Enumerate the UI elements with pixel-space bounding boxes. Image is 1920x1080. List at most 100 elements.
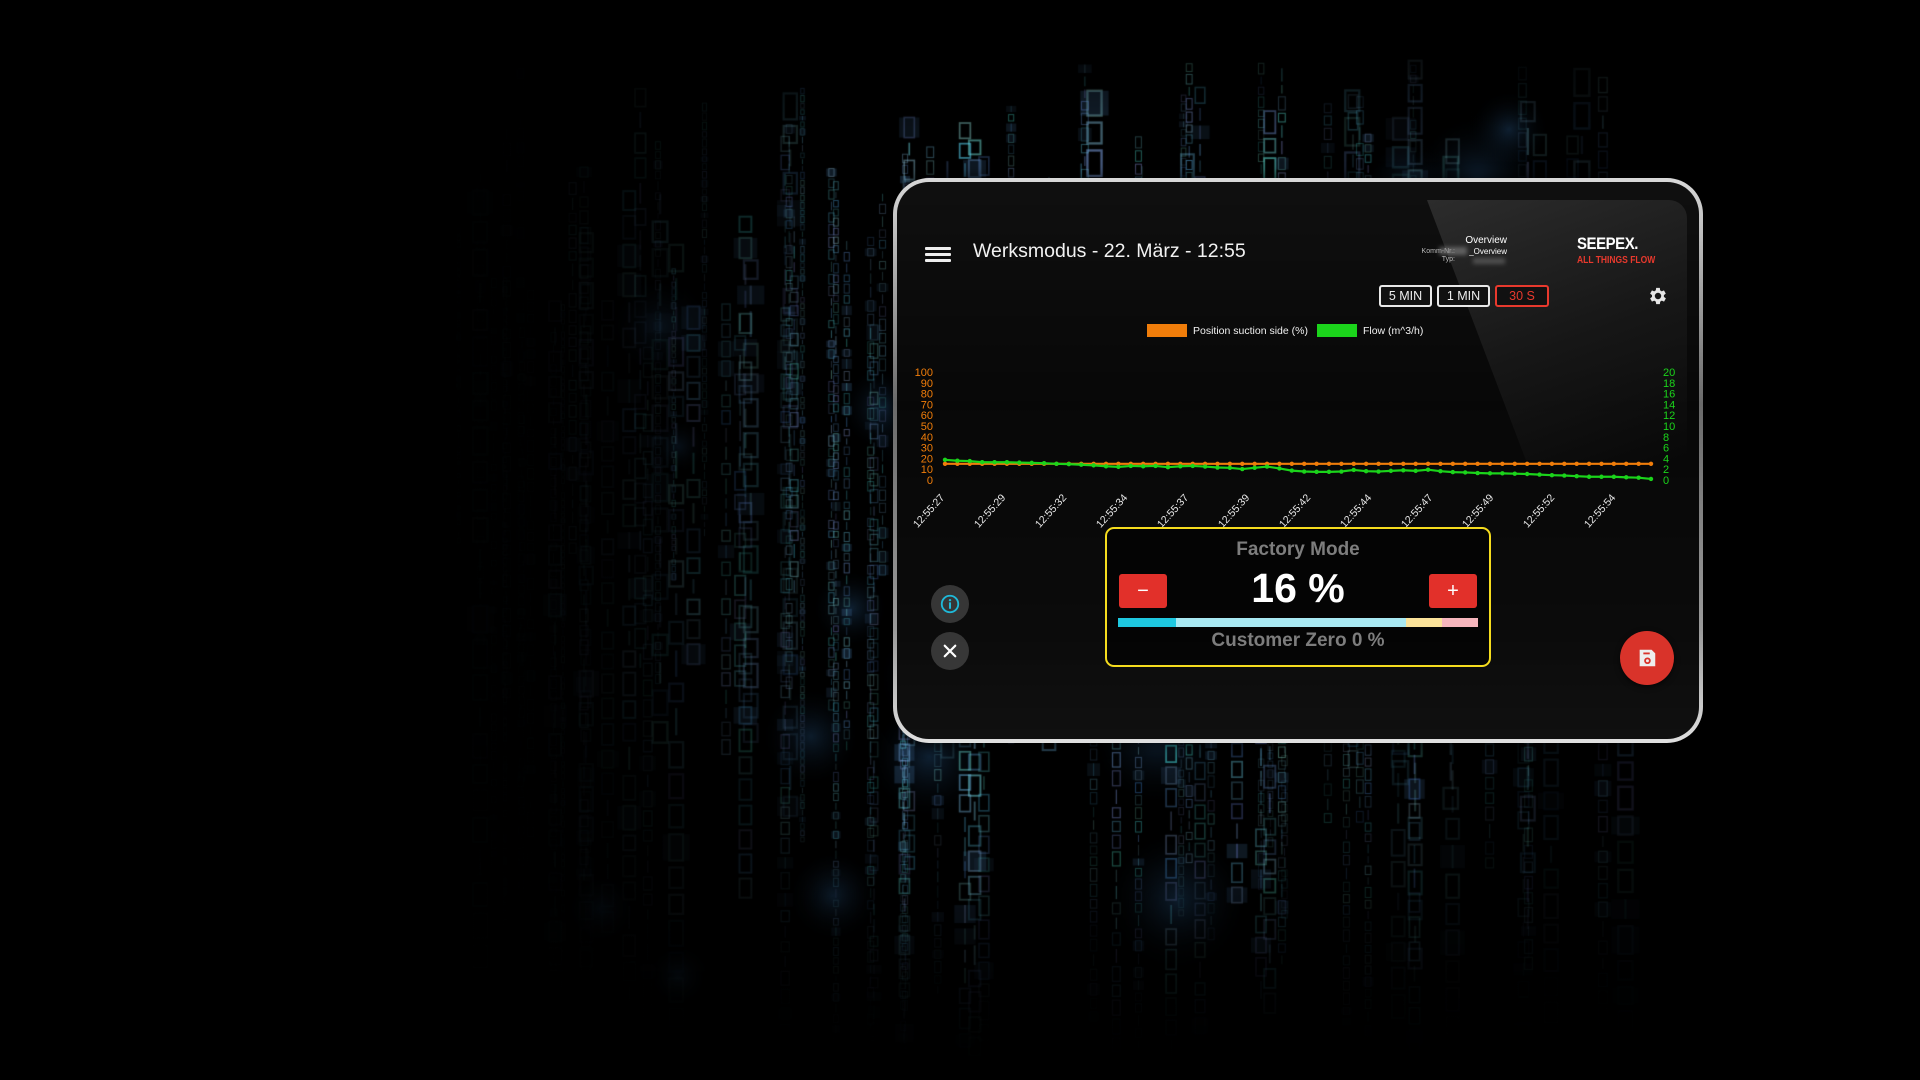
data-point xyxy=(1116,464,1121,470)
data-point xyxy=(1314,469,1319,475)
data-point xyxy=(1301,469,1307,474)
y-right-tick-label: 10 xyxy=(1663,421,1675,433)
y-left-tick-label: 40 xyxy=(921,432,933,444)
data-point xyxy=(1599,474,1604,479)
data-point xyxy=(1277,466,1282,471)
data-point xyxy=(1648,476,1654,482)
data-point xyxy=(1388,461,1394,466)
x-tick-label: 12:55:42 xyxy=(1277,492,1313,531)
data-point xyxy=(1289,461,1295,466)
data-point xyxy=(1624,475,1629,480)
data-point xyxy=(1624,461,1629,466)
data-point xyxy=(1413,461,1418,466)
increase-button[interactable]: + xyxy=(1429,574,1477,608)
data-point xyxy=(1165,465,1171,470)
komm-nr-value: _Overview xyxy=(1469,247,1507,256)
data-point xyxy=(1524,471,1530,477)
y-right-tick-label: 0 xyxy=(1663,475,1669,487)
data-point xyxy=(1351,461,1356,466)
range-30s-button[interactable]: 30 S xyxy=(1495,285,1549,307)
range-bar-segment-yellow xyxy=(1405,618,1442,627)
data-point xyxy=(1153,463,1158,469)
data-point xyxy=(1227,465,1233,470)
data-point xyxy=(1252,465,1257,470)
range-5min-button[interactable]: 5 MIN xyxy=(1379,285,1432,307)
data-point xyxy=(1562,473,1567,478)
data-point xyxy=(1240,461,1245,466)
data-point xyxy=(1240,466,1245,472)
range-bar-segment-light-cyan xyxy=(1175,618,1406,627)
data-point xyxy=(1475,461,1480,466)
data-point xyxy=(1277,461,1282,466)
data-point xyxy=(1091,463,1096,468)
y-right-tick-label: 18 xyxy=(1663,378,1675,390)
range-1min-button[interactable]: 1 MIN xyxy=(1437,285,1490,307)
data-point xyxy=(1289,468,1295,473)
data-point xyxy=(1190,463,1195,469)
y-right-tick-label: 2 xyxy=(1663,464,1669,476)
data-point xyxy=(1463,470,1468,475)
data-point xyxy=(1549,472,1555,478)
data-point xyxy=(1066,461,1072,467)
y-right-tick-label: 6 xyxy=(1663,443,1669,455)
data-point xyxy=(1004,460,1010,465)
data-point xyxy=(1029,460,1034,466)
hamburger-menu-icon[interactable] xyxy=(925,244,951,264)
data-point xyxy=(1611,474,1617,479)
data-point xyxy=(1636,475,1641,480)
data-point xyxy=(1537,472,1542,477)
x-tick-label: 12:55:37 xyxy=(1155,492,1191,531)
y-right-tick-label: 12 xyxy=(1663,410,1675,422)
logo-tagline: ALL THINGS FLOW xyxy=(1577,255,1656,266)
data-point xyxy=(1586,461,1592,466)
data-point xyxy=(1252,461,1257,466)
data-point xyxy=(1636,461,1641,466)
tablet-screen: Werksmodus - 22. März - 12:55 Overview K… xyxy=(897,182,1699,739)
data-point xyxy=(1512,471,1517,476)
x-tick-label: 12:55:54 xyxy=(1582,492,1618,531)
close-button[interactable] xyxy=(931,632,969,670)
tablet-frame: Werksmodus - 22. März - 12:55 Overview K… xyxy=(893,178,1703,743)
data-point xyxy=(1388,468,1394,474)
x-tick-label: 12:55:32 xyxy=(1033,492,1069,531)
seepex-logo: SEEPEX. ALL THINGS FLOW xyxy=(1577,234,1669,266)
data-point xyxy=(1301,461,1307,466)
data-point xyxy=(1562,461,1567,466)
data-point xyxy=(1351,467,1356,473)
data-point xyxy=(1401,468,1406,473)
data-point xyxy=(1363,468,1369,474)
save-floppy-icon xyxy=(1639,649,1656,667)
data-point xyxy=(1401,461,1406,466)
data-point xyxy=(1425,467,1431,472)
x-tick-label: 12:55:29 xyxy=(972,492,1008,531)
typ-label: Typ: xyxy=(1441,256,1455,263)
y-right-tick-label: 20 xyxy=(1663,367,1675,379)
data-point xyxy=(1524,461,1530,466)
data-point xyxy=(1537,461,1542,466)
data-point xyxy=(1314,461,1319,466)
y-left-tick-label: 0 xyxy=(927,475,933,487)
data-point xyxy=(1463,461,1468,466)
data-point xyxy=(1041,461,1047,466)
typ-redacted xyxy=(1473,258,1505,264)
data-point xyxy=(1178,464,1183,469)
data-point xyxy=(1475,470,1480,476)
line-chart: 0102030405060708090100024681012141618201… xyxy=(911,367,1675,531)
data-point xyxy=(1363,461,1369,466)
data-point xyxy=(1574,461,1579,466)
data-point xyxy=(1512,461,1517,466)
x-tick-label: 12:55:39 xyxy=(1216,492,1252,531)
data-point xyxy=(1140,464,1146,469)
data-point xyxy=(1438,468,1443,474)
y-left-tick-label: 30 xyxy=(921,443,933,455)
save-button[interactable] xyxy=(1620,631,1674,685)
data-point xyxy=(1500,461,1505,466)
data-point xyxy=(1054,461,1059,466)
gear-icon[interactable] xyxy=(1647,285,1669,307)
data-point xyxy=(1611,461,1617,466)
info-button[interactable] xyxy=(931,585,969,623)
data-point xyxy=(1202,464,1208,469)
data-point xyxy=(1425,461,1431,466)
range-bar[interactable] xyxy=(1118,618,1478,627)
data-point xyxy=(1376,461,1381,466)
